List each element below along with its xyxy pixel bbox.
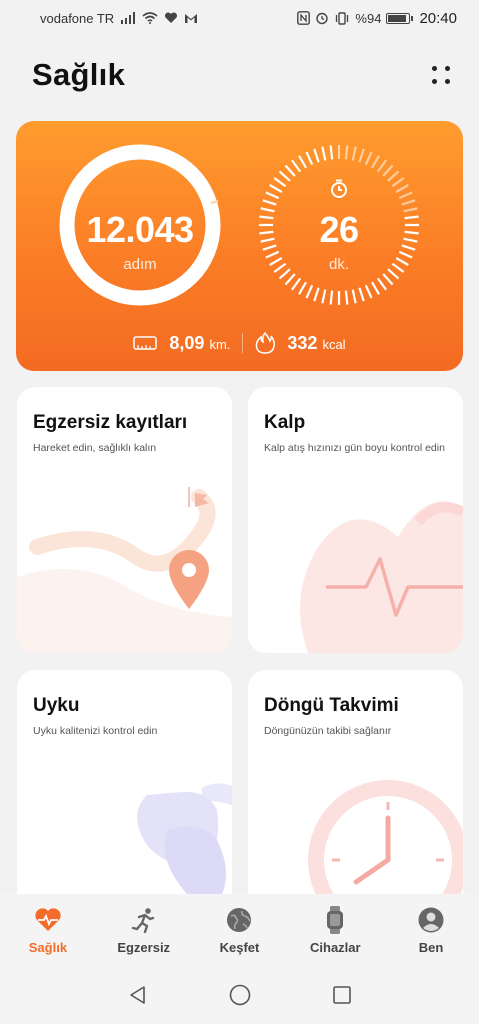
distance-value: 8,09 bbox=[169, 332, 205, 353]
minutes-unit: dk. bbox=[328, 256, 349, 273]
heart-card-title: Kalp bbox=[264, 412, 306, 433]
header: Sağlık bbox=[32, 55, 455, 95]
carrier-label: vodafone TR bbox=[40, 10, 115, 26]
nfc-icon bbox=[297, 11, 311, 25]
exercise-card-title: Egzersiz kayıtları bbox=[33, 412, 188, 433]
nav-label-cihazlar: Cihazlar bbox=[310, 940, 361, 955]
steps-ring[interactable]: 12.043 adım bbox=[58, 143, 222, 307]
calories-unit: kcal bbox=[322, 336, 346, 352]
running-icon bbox=[130, 906, 158, 934]
steps-value: 12.043 bbox=[86, 209, 194, 250]
profile-icon bbox=[417, 906, 445, 934]
heart-status-icon bbox=[165, 12, 178, 23]
battery-icon bbox=[386, 12, 414, 24]
cycle-card-title: Döngü Takvimi bbox=[264, 695, 399, 716]
home-button[interactable] bbox=[229, 984, 251, 1006]
more-options-button[interactable] bbox=[427, 61, 455, 89]
nav-label-egzersiz: Egzersiz bbox=[117, 940, 171, 955]
exercise-records-card[interactable]: Egzersiz kayıtları Hareket edin, sağlıkl… bbox=[17, 387, 232, 653]
page-title: Sağlık bbox=[32, 57, 126, 92]
active-minutes-ring[interactable]: 26 dk. bbox=[257, 143, 421, 307]
vibrate-icon bbox=[336, 11, 349, 25]
cycle-card-subtitle: Döngünüzün takibi sağlanır bbox=[264, 725, 392, 737]
nav-item-cihazlar[interactable]: Cihazlar bbox=[287, 894, 383, 955]
stat-divider bbox=[242, 333, 244, 353]
recents-icon bbox=[332, 986, 351, 1004]
status-left: vodafone TR bbox=[40, 11, 198, 26]
sleep-card-subtitle: Uyku kalitenizi kontrol edin bbox=[33, 725, 158, 737]
battery-percent: %94 bbox=[355, 10, 382, 26]
nav-item-kesfet[interactable]: Keşfet bbox=[192, 894, 288, 955]
back-button[interactable] bbox=[127, 984, 149, 1006]
calories-stat: 332 kcal bbox=[287, 333, 345, 354]
cycle-calendar-card[interactable]: Döngü Takvimi Döngünüzün takibi sağlanır bbox=[248, 670, 463, 894]
calories-value: 332 bbox=[287, 332, 318, 353]
gmail-icon bbox=[185, 13, 198, 23]
sleep-card[interactable]: Uyku Uyku kalitenizi kontrol edin bbox=[17, 670, 232, 894]
nav-label-ben: Ben bbox=[418, 940, 444, 955]
status-bar: vodafone TR %94 20:40 bbox=[0, 0, 479, 36]
watch-icon bbox=[321, 906, 349, 934]
signal-icon bbox=[121, 12, 136, 24]
wifi-icon bbox=[142, 12, 158, 24]
nav-item-egzersiz[interactable]: Egzersiz bbox=[96, 894, 192, 955]
exercise-card-subtitle: Hareket edin, sağlıklı kalın bbox=[33, 442, 157, 454]
home-icon bbox=[229, 984, 250, 1006]
shoe-icon bbox=[130, 146, 151, 158]
minutes-value: 26 bbox=[319, 209, 359, 250]
nav-item-saglik[interactable]: Sağlık bbox=[0, 894, 96, 955]
alarm-icon bbox=[316, 12, 329, 25]
steps-unit: adım bbox=[123, 256, 157, 273]
heart-pulse-icon bbox=[34, 906, 62, 934]
nav-label-kesfet: Keşfet bbox=[219, 940, 260, 955]
sleep-card-title: Uyku bbox=[33, 695, 80, 716]
back-icon bbox=[129, 986, 145, 1004]
system-navigation-bar bbox=[0, 966, 479, 1024]
nav-item-ben[interactable]: Ben bbox=[383, 894, 479, 955]
flame-icon bbox=[256, 332, 276, 354]
activity-footer: 8,09 km. 332 kcal bbox=[16, 328, 463, 358]
stopwatch-icon bbox=[331, 179, 347, 198]
distance-unit: km. bbox=[209, 336, 231, 352]
nav-label-saglik: Sağlık bbox=[28, 940, 68, 955]
distance-stat: 8,09 km. bbox=[169, 333, 230, 354]
distance-icon bbox=[133, 336, 158, 350]
bottom-navigation: Sağlık Egzersiz Keşfet Cihazlar Ben bbox=[0, 894, 479, 966]
recents-button[interactable] bbox=[331, 984, 353, 1006]
status-right: %94 20:40 bbox=[297, 10, 457, 27]
activity-summary-card[interactable]: 12.043 adım 26 dk. 8,09 km. 332 kcal bbox=[16, 121, 463, 371]
heart-card[interactable]: Kalp Kalp atış hızınızı gün boyu kontrol… bbox=[248, 387, 463, 653]
clock: 20:40 bbox=[419, 9, 457, 27]
globe-icon bbox=[225, 906, 253, 934]
heart-card-subtitle: Kalp atış hızınızı gün boyu kontrol edin bbox=[264, 442, 445, 454]
